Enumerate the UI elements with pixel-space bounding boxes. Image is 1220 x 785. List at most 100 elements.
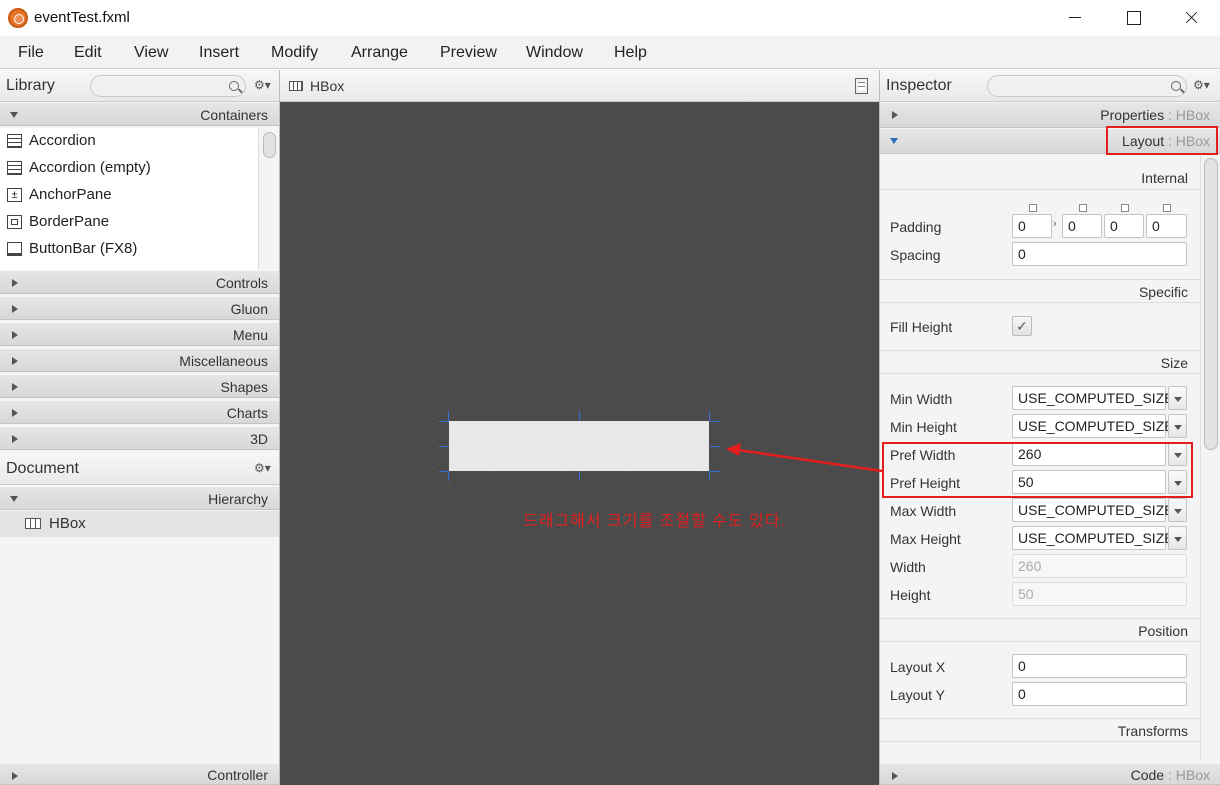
resize-handle[interactable] xyxy=(709,471,710,481)
group-position: Position xyxy=(880,618,1200,642)
menu-modify[interactable]: Modify xyxy=(271,44,318,62)
inspector-scrollbar[interactable] xyxy=(1200,154,1220,760)
section-label: Controls xyxy=(215,275,268,291)
section-controller[interactable]: Controller xyxy=(0,763,279,785)
max-height-combo[interactable]: USE_COMPUTED_SIZE xyxy=(1012,526,1174,550)
collapsed-icon xyxy=(12,279,18,287)
group-label: Transforms xyxy=(1117,723,1188,739)
library-item-buttonbar[interactable]: ButtonBar (FX8) xyxy=(0,236,258,263)
padding-bottom-field[interactable]: 0 xyxy=(1104,214,1144,238)
resize-handle[interactable] xyxy=(579,471,580,481)
menu-arrange[interactable]: Arrange xyxy=(351,44,408,62)
menu-window[interactable]: Window xyxy=(526,44,583,62)
resize-handle[interactable] xyxy=(709,411,710,421)
collapsed-icon xyxy=(12,331,18,339)
gear-icon[interactable]: ⚙▾ xyxy=(254,461,271,475)
library-search-input[interactable] xyxy=(90,75,246,97)
section-charts[interactable]: Charts xyxy=(0,400,279,424)
resize-handle[interactable] xyxy=(439,446,449,447)
expanded-icon xyxy=(10,496,18,502)
resize-handle[interactable] xyxy=(579,411,580,421)
menu-help[interactable]: Help xyxy=(614,44,647,62)
library-item-borderpane[interactable]: BorderPane xyxy=(0,209,258,236)
menu-view[interactable]: View xyxy=(134,44,168,62)
minimize-button[interactable] xyxy=(1046,0,1104,36)
library-item-accordion-empty[interactable]: Accordion (empty) xyxy=(0,155,258,182)
chevron-right-icon[interactable]: › xyxy=(1053,218,1057,230)
width-label: Width xyxy=(890,559,926,575)
group-transforms: Transforms xyxy=(880,718,1200,742)
gear-icon[interactable]: ⚙▾ xyxy=(1193,78,1210,92)
padding-right-icon xyxy=(1079,204,1087,212)
breadcrumb-hbox[interactable]: HBox xyxy=(310,78,344,94)
library-scrollbar[interactable] xyxy=(258,128,279,270)
collapsed-icon xyxy=(892,111,898,119)
padding-left-field[interactable]: 0 xyxy=(1146,214,1187,238)
menu-edit[interactable]: Edit xyxy=(74,44,102,62)
max-width-combo[interactable]: USE_COMPUTED_SIZE xyxy=(1012,498,1174,522)
gear-icon[interactable]: ⚙▾ xyxy=(254,78,271,92)
section-3d[interactable]: 3D xyxy=(0,426,279,450)
min-width-combo[interactable]: USE_COMPUTED_SIZE xyxy=(1012,386,1174,410)
padding-top-field[interactable]: 0 xyxy=(1012,214,1052,238)
min-height-label: Min Height xyxy=(890,419,957,435)
resize-handle[interactable] xyxy=(710,421,720,422)
maximize-button[interactable] xyxy=(1104,0,1162,36)
library-header: Library ⚙▾ xyxy=(0,70,279,102)
section-separator: : xyxy=(1164,767,1176,783)
padding-right-field[interactable]: 0 xyxy=(1062,214,1102,238)
section-containers[interactable]: Containers xyxy=(0,102,279,126)
layout-x-field[interactable]: 0 xyxy=(1012,654,1187,678)
inspector-title: Inspector xyxy=(886,77,952,94)
section-label: Controller xyxy=(207,767,268,783)
design-canvas[interactable]: 드래그해서 크기를 조절할 수도 있다. xyxy=(280,102,879,785)
section-controls[interactable]: Controls xyxy=(0,270,279,294)
menu-insert[interactable]: Insert xyxy=(199,44,239,62)
annotation-text: 드래그해서 크기를 조절할 수도 있다. xyxy=(523,513,787,530)
annotation-box-layout xyxy=(1106,126,1218,155)
min-height-combo[interactable]: USE_COMPUTED_SIZE xyxy=(1012,414,1174,438)
section-gluon[interactable]: Gluon xyxy=(0,296,279,320)
library-item-accordion[interactable]: Accordion xyxy=(0,128,258,155)
search-icon xyxy=(1171,81,1181,91)
section-code[interactable]: Code : HBox xyxy=(880,763,1220,785)
hierarchy-item-hbox[interactable]: HBox xyxy=(0,511,279,537)
resize-handle[interactable] xyxy=(448,471,449,481)
section-shapes[interactable]: Shapes xyxy=(0,374,279,398)
section-hierarchy[interactable]: Hierarchy xyxy=(0,486,279,510)
menu-preview[interactable]: Preview xyxy=(440,44,497,62)
section-properties[interactable]: Properties : HBox xyxy=(880,102,1220,128)
width-field: 260 xyxy=(1012,554,1187,578)
scrollbar-thumb[interactable] xyxy=(263,132,276,158)
library-item-label: Accordion xyxy=(29,132,96,149)
section-separator: : xyxy=(1164,107,1176,123)
resize-handle[interactable] xyxy=(439,421,449,422)
collapsed-icon xyxy=(12,409,18,417)
buttonbar-icon xyxy=(7,242,22,256)
inspector-search-input[interactable] xyxy=(987,75,1187,97)
hbox-icon xyxy=(25,518,41,529)
chevron-down-icon[interactable] xyxy=(1168,526,1187,550)
chevron-down-icon[interactable] xyxy=(1168,386,1187,410)
section-miscellaneous[interactable]: Miscellaneous xyxy=(0,348,279,372)
collapsed-icon xyxy=(12,357,18,365)
padding-top-icon xyxy=(1029,204,1037,212)
resize-handle[interactable] xyxy=(710,471,720,472)
fill-height-checkbox[interactable]: ✓ xyxy=(1012,316,1032,336)
library-item-anchorpane[interactable]: ± AnchorPane xyxy=(0,182,258,209)
chevron-down-icon[interactable] xyxy=(1168,414,1187,438)
close-button[interactable] xyxy=(1162,0,1220,36)
section-menu[interactable]: Menu xyxy=(0,322,279,346)
menu-file[interactable]: File xyxy=(18,44,44,62)
document-icon[interactable] xyxy=(855,78,868,94)
resize-handle[interactable] xyxy=(448,411,449,421)
document-title: Document xyxy=(6,460,79,477)
chevron-down-icon[interactable] xyxy=(1168,498,1187,522)
spacing-field[interactable]: 0 xyxy=(1012,242,1187,266)
resize-handle[interactable] xyxy=(710,446,720,447)
hbox-node[interactable] xyxy=(449,421,709,471)
layout-y-field[interactable]: 0 xyxy=(1012,682,1187,706)
anchorpane-icon: ± xyxy=(7,188,22,202)
expanded-icon xyxy=(10,112,18,118)
scrollbar-thumb[interactable] xyxy=(1204,158,1218,450)
